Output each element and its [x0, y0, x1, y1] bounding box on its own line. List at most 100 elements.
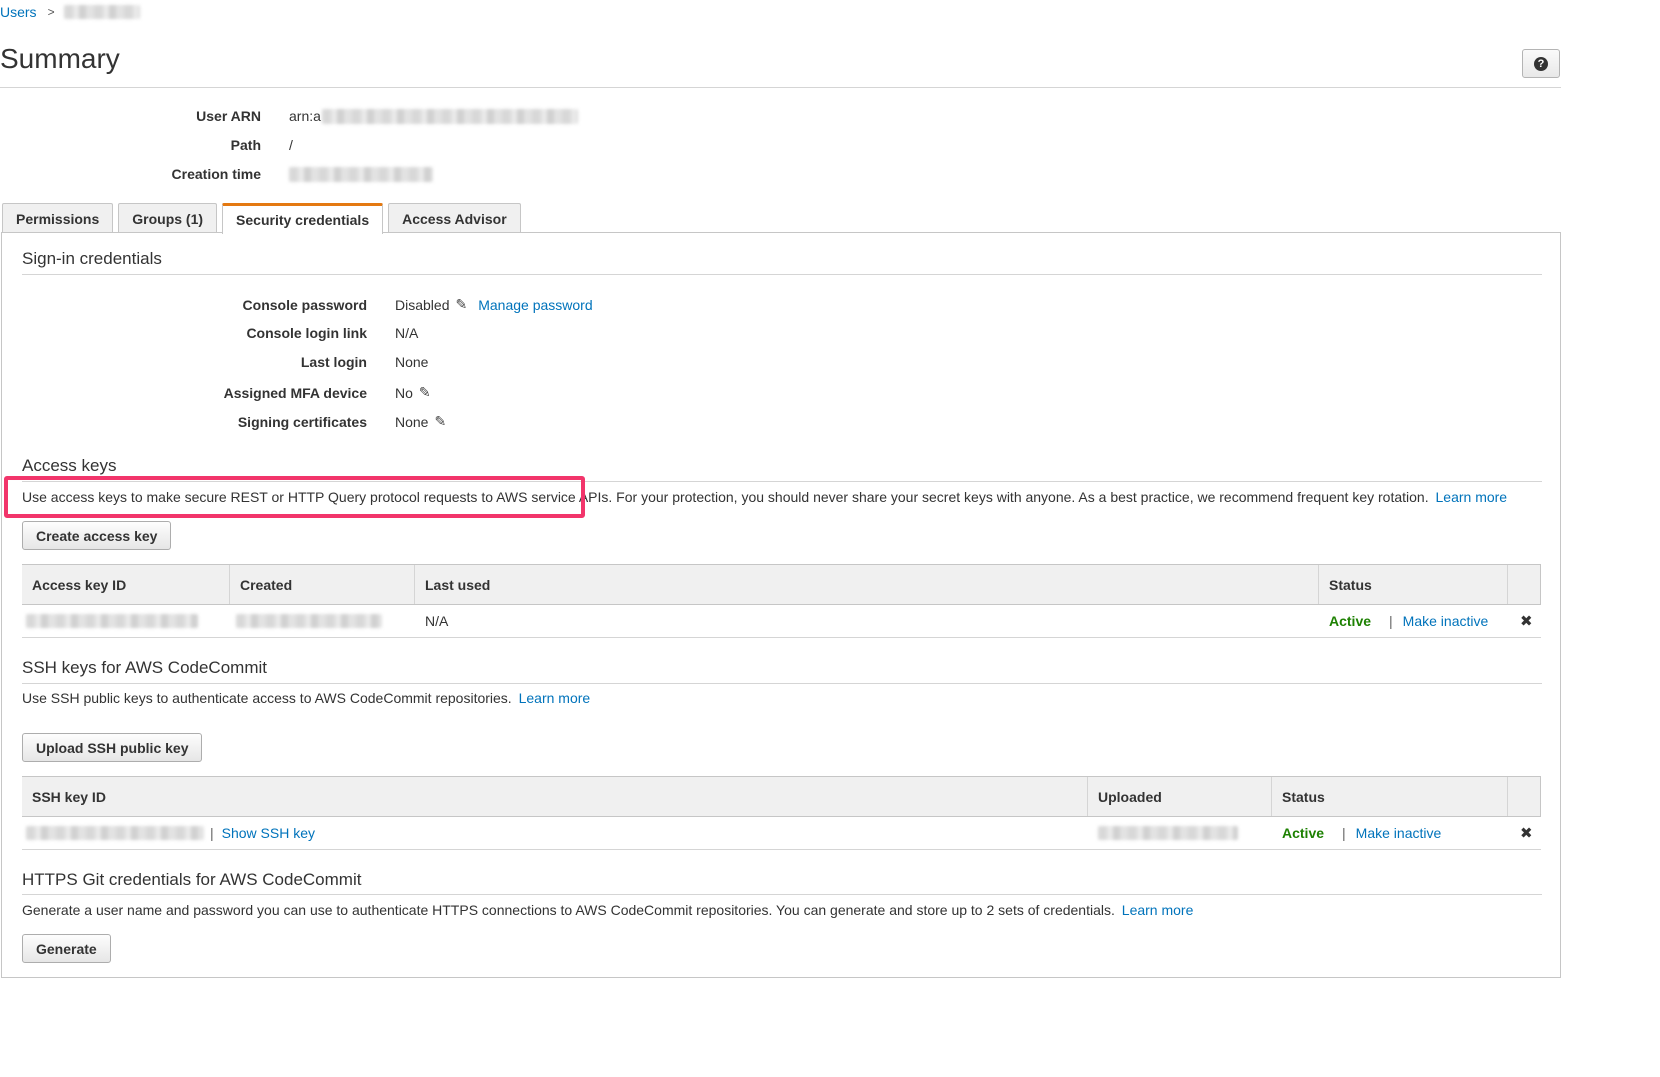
upload-ssh-public-key-button[interactable]: Upload SSH public key	[22, 733, 203, 762]
manage-password-link[interactable]: Manage password	[478, 297, 592, 313]
pencil-icon[interactable]: ✎	[419, 384, 431, 401]
ssh-key-id-cell: | Show SSH key	[22, 817, 1088, 849]
path-label: Path	[230, 137, 261, 153]
column-actions	[1508, 565, 1541, 604]
mfa-device-label: Assigned MFA device	[223, 384, 367, 401]
uploaded-redacted	[1098, 826, 1238, 840]
column-last-used[interactable]: Last used	[415, 565, 1319, 604]
path-value: /	[289, 137, 293, 153]
ssh-key-separator: |	[210, 825, 214, 841]
signing-certificates-label: Signing certificates	[237, 413, 367, 430]
table-row: | Show SSH key Active | Make inactive ✖	[22, 817, 1541, 850]
table-header: Access key ID Created Last used Status	[22, 565, 1541, 605]
pencil-icon[interactable]: ✎	[434, 413, 446, 430]
close-icon[interactable]: ✖	[1520, 612, 1533, 630]
ssh-keys-description: Use SSH public keys to authenticate acce…	[22, 690, 590, 706]
https-git-section-title: HTTPS Git credentials for AWS CodeCommit	[22, 870, 362, 889]
summary-creation-time: Creation time	[0, 166, 433, 182]
creation-time-redacted	[289, 166, 433, 182]
pencil-icon[interactable]: ✎	[455, 296, 467, 313]
column-uploaded[interactable]: Uploaded	[1088, 777, 1272, 816]
mfa-device-row: Assigned MFA device No ✎	[2, 384, 431, 401]
make-inactive-link[interactable]: Make inactive	[1356, 825, 1442, 841]
https-git-divider	[22, 894, 1542, 895]
https-git-learn-more-link[interactable]: Learn more	[1122, 902, 1194, 918]
tab-permissions[interactable]: Permissions	[2, 203, 114, 233]
last-login-label: Last login	[300, 354, 367, 370]
breadcrumb-users-link[interactable]: Users	[0, 4, 37, 20]
status-cell: Active | Make inactive	[1272, 817, 1508, 849]
status-badge: Active	[1329, 613, 1372, 629]
tab-access-advisor[interactable]: Access Advisor	[388, 203, 521, 233]
console-password-value: Disabled	[395, 296, 450, 313]
user-arn-value: arn:a	[289, 108, 321, 124]
status-cell: Active | Make inactive	[1319, 605, 1508, 637]
breadcrumb: Users >	[0, 4, 140, 20]
user-arn-redacted	[321, 108, 578, 124]
access-keys-learn-more-link[interactable]: Learn more	[1436, 489, 1508, 505]
signing-certificates-value: None	[395, 413, 429, 430]
show-ssh-key-link[interactable]: Show SSH key	[222, 825, 315, 841]
help-button[interactable]: ?	[1522, 49, 1560, 78]
make-inactive-link[interactable]: Make inactive	[1403, 613, 1489, 629]
user-arn-label: User ARN	[196, 108, 261, 124]
signing-certificates-row: Signing certificates None ✎	[2, 413, 446, 430]
column-access-key-id[interactable]: Access key ID	[22, 565, 230, 604]
generate-button[interactable]: Generate	[22, 934, 111, 963]
console-login-link-label: Console login link	[246, 325, 367, 341]
last-used-cell: N/A	[425, 613, 449, 629]
security-credentials-panel: Sign-in credentials Console password Dis…	[1, 232, 1561, 978]
status-separator: |	[1389, 613, 1393, 629]
mfa-device-value: No	[395, 384, 413, 401]
signin-divider	[22, 274, 1542, 275]
ssh-keys-description-text: Use SSH public keys to authenticate acce…	[22, 690, 512, 706]
ssh-keys-section-title: SSH keys for AWS CodeCommit	[22, 658, 267, 677]
last-login-value: None	[395, 354, 429, 370]
last-login-row: Last login None	[2, 354, 429, 370]
console-password-row: Console password Disabled ✎ Manage passw…	[2, 296, 593, 313]
column-actions	[1508, 777, 1541, 816]
ssh-keys-table: SSH key ID Uploaded Status | Show SSH ke…	[22, 776, 1541, 850]
access-keys-description: Use access keys to make secure REST or H…	[22, 489, 1507, 505]
title-divider	[0, 87, 1561, 88]
console-login-link-value: N/A	[395, 325, 419, 341]
created-redacted	[236, 614, 382, 628]
https-git-description: Generate a user name and password you ca…	[22, 902, 1193, 918]
status-separator: |	[1342, 825, 1346, 841]
delete-cell: ✖	[1508, 605, 1541, 637]
delete-cell: ✖	[1508, 817, 1541, 849]
access-keys-section-title: Access keys	[22, 456, 117, 475]
summary-path: Path /	[0, 137, 293, 153]
column-ssh-key-id[interactable]: SSH key ID	[22, 777, 1088, 816]
question-circle-icon: ?	[1534, 56, 1548, 71]
uploaded-cell	[1088, 817, 1272, 849]
creation-time-label: Creation time	[171, 166, 261, 182]
access-key-id-cell	[22, 605, 230, 637]
ssh-key-id-redacted	[26, 826, 204, 840]
access-keys-table: Access key ID Created Last used Status N…	[22, 564, 1541, 638]
access-keys-divider	[22, 481, 1542, 482]
tab-security-credentials[interactable]: Security credentials	[222, 203, 384, 234]
column-status[interactable]: Status	[1272, 777, 1508, 816]
column-status[interactable]: Status	[1319, 565, 1508, 604]
status-badge: Active	[1282, 825, 1325, 841]
ssh-keys-learn-more-link[interactable]: Learn more	[519, 690, 591, 706]
create-access-key-button[interactable]: Create access key	[22, 521, 172, 550]
access-keys-description-rest: For your protection, you should never sh…	[612, 489, 1429, 505]
column-created[interactable]: Created	[230, 565, 415, 604]
table-row: N/A Active | Make inactive ✖	[22, 605, 1541, 638]
tab-groups[interactable]: Groups (1)	[118, 203, 218, 233]
close-icon[interactable]: ✖	[1520, 824, 1533, 842]
console-login-link-row: Console login link N/A	[2, 325, 418, 341]
access-keys-description-highlighted: Use access keys to make secure REST or H…	[22, 489, 613, 505]
breadcrumb-separator: >	[47, 5, 55, 19]
access-key-id-redacted	[26, 614, 198, 628]
summary-user-arn: User ARN arn:a	[0, 108, 578, 124]
created-cell	[230, 605, 415, 637]
console-password-label: Console password	[242, 296, 367, 313]
page-title: Summary	[0, 43, 120, 74]
signin-section-title: Sign-in credentials	[22, 249, 162, 268]
tab-bar: Permissions Groups (1) Security credenti…	[2, 203, 526, 234]
table-header: SSH key ID Uploaded Status	[22, 777, 1541, 817]
breadcrumb-user-name-redacted[interactable]	[63, 5, 140, 19]
